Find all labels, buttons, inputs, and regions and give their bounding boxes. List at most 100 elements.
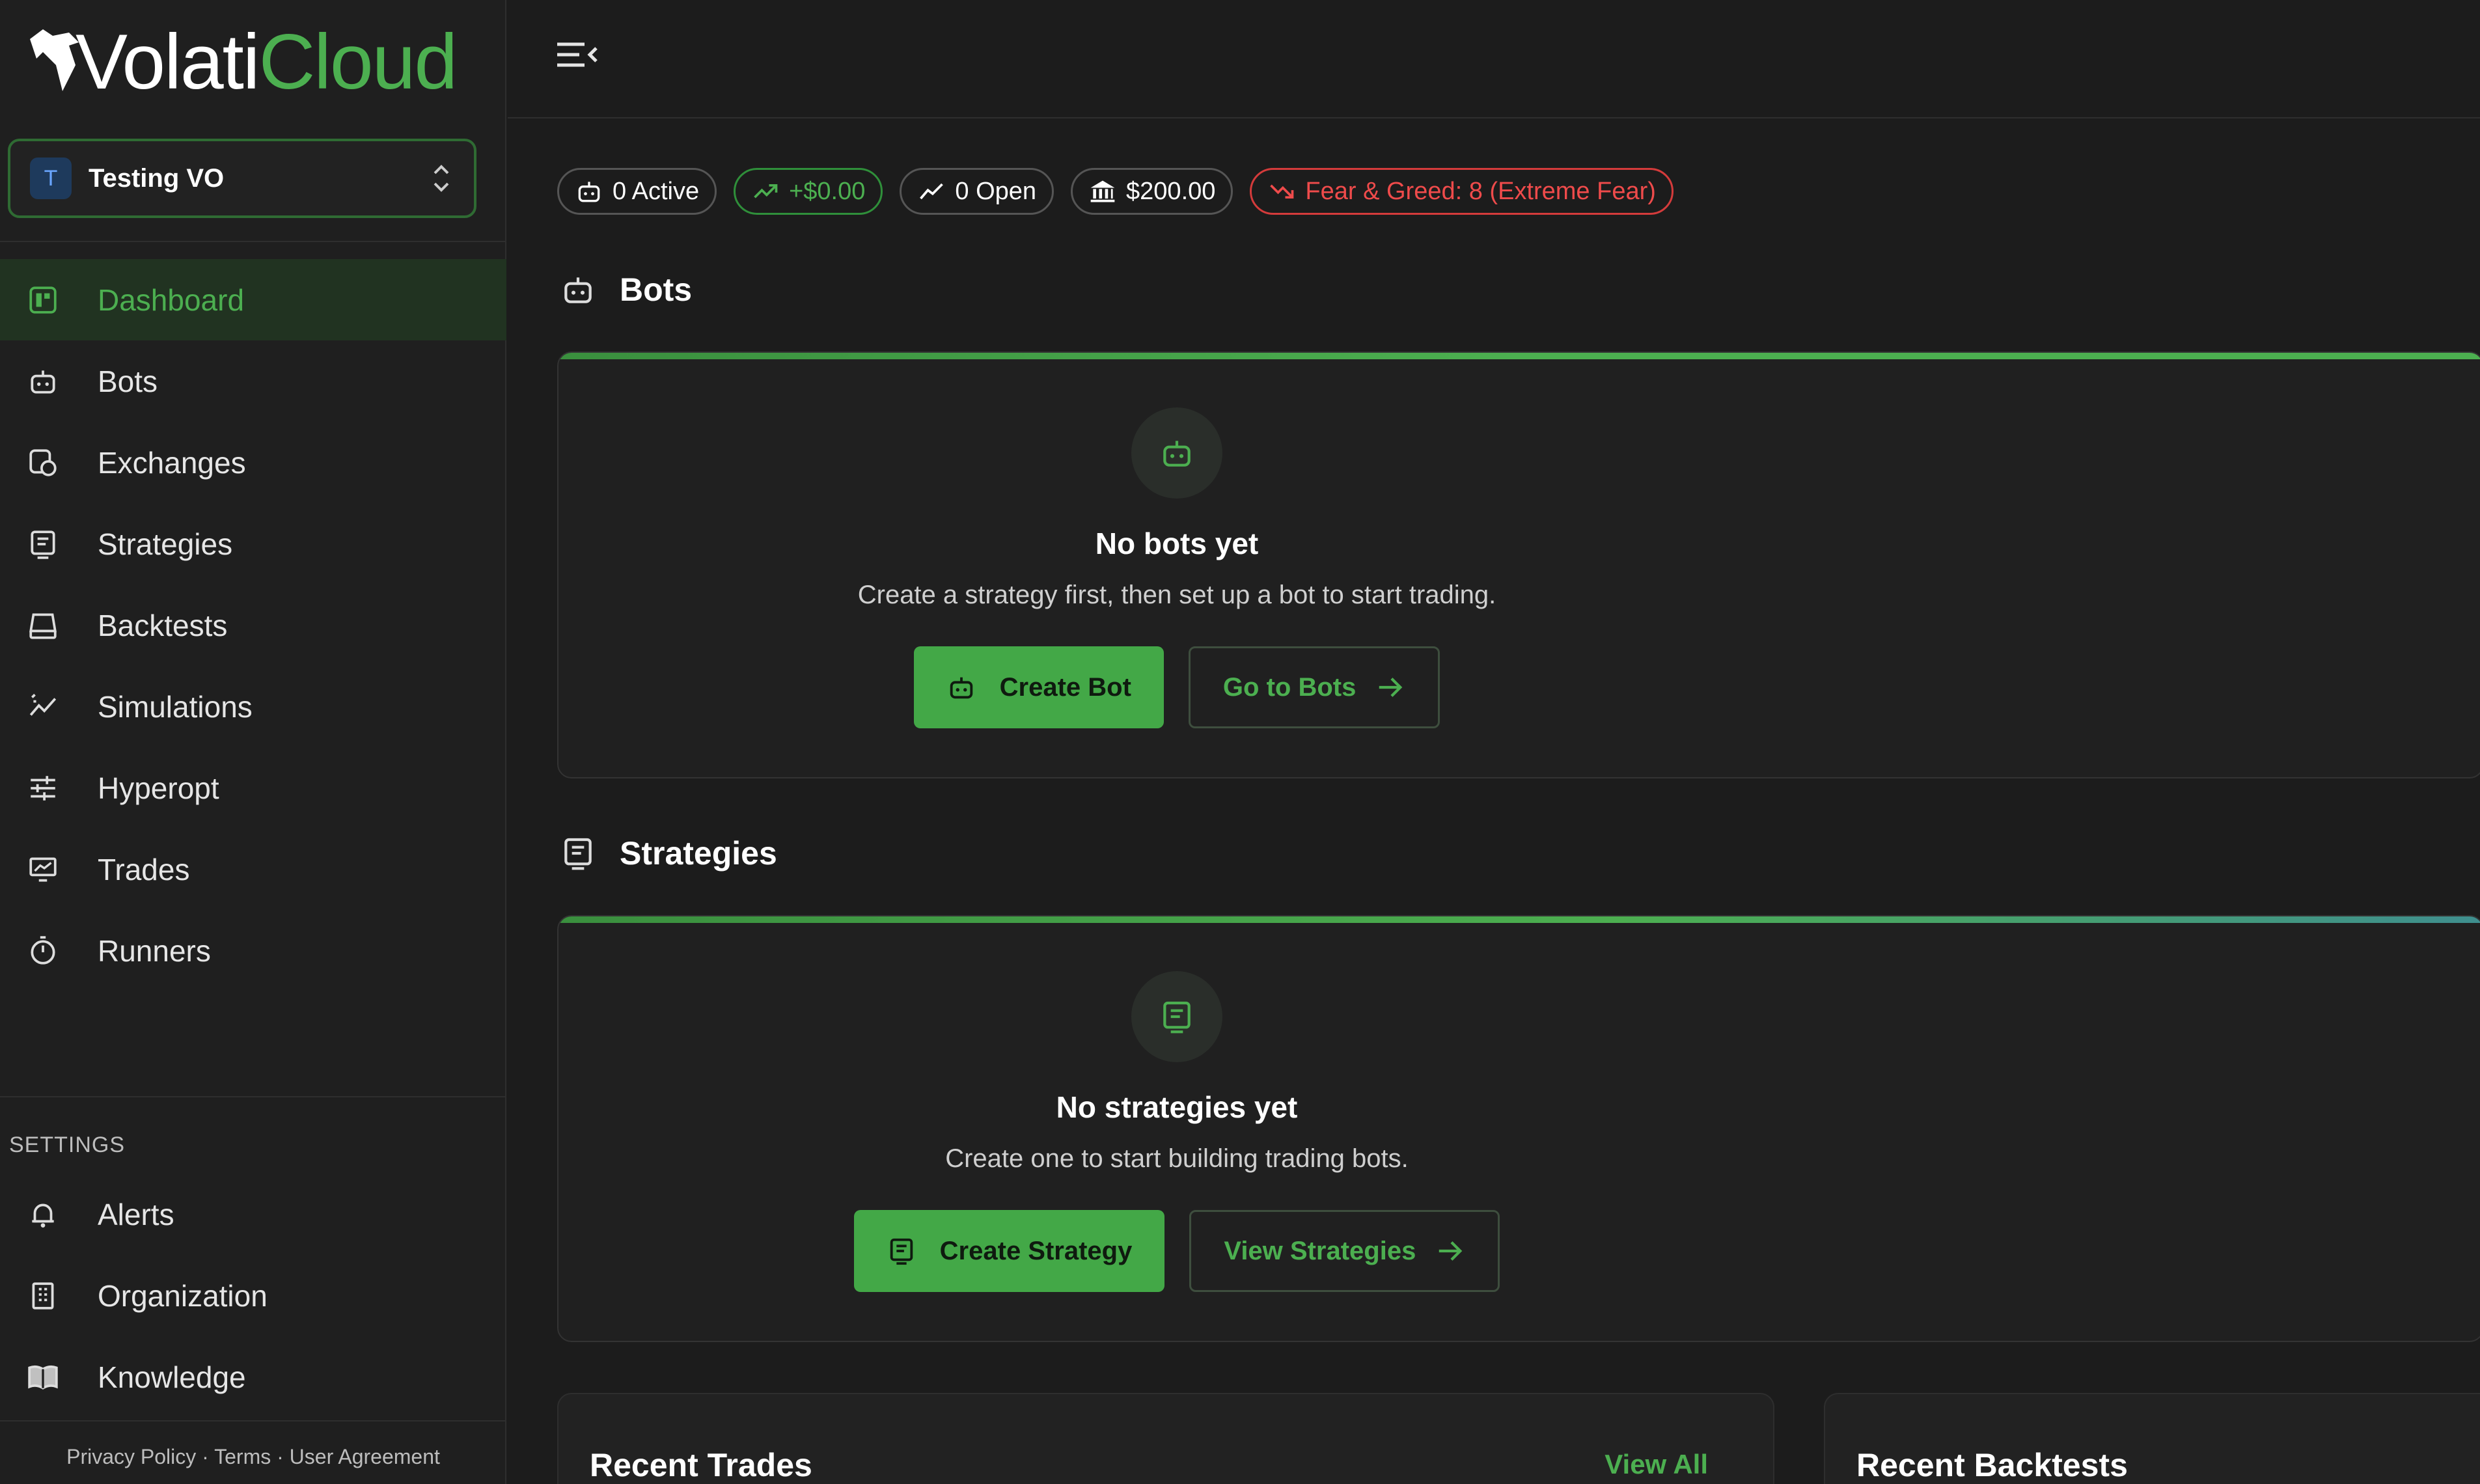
building-icon bbox=[25, 1278, 61, 1314]
balance-label: $200.00 bbox=[1126, 177, 1216, 205]
view-strategies-button[interactable]: View Strategies bbox=[1189, 1210, 1500, 1292]
terms-link[interactable]: Terms bbox=[214, 1445, 271, 1468]
button-label: Create Bot bbox=[999, 672, 1131, 702]
nav-label: Runners bbox=[98, 933, 211, 968]
nav-item-runners[interactable]: Runners bbox=[0, 910, 506, 991]
robot-icon bbox=[950, 677, 972, 699]
button-label: View Strategies bbox=[1224, 1236, 1416, 1265]
top-bar bbox=[508, 0, 2480, 118]
active-bots-pill[interactable]: 0 Active bbox=[557, 168, 717, 215]
robot-icon bbox=[578, 182, 600, 202]
nav-label: Alerts bbox=[98, 1197, 174, 1231]
horse-logo-icon bbox=[30, 29, 79, 91]
dashboard-main: 0 Active +$0.00 0 Open $200.00 Fear & Gr… bbox=[508, 120, 2480, 1484]
org-avatar: T bbox=[30, 158, 72, 199]
privacy-policy-link[interactable]: Privacy Policy bbox=[66, 1445, 196, 1468]
card-accent-bar bbox=[558, 353, 2480, 359]
button-label: Create Strategy bbox=[939, 1236, 1133, 1265]
open-trades-pill[interactable]: 0 Open bbox=[900, 168, 1054, 215]
go-to-bots-button[interactable]: Go to Bots bbox=[1188, 646, 1440, 728]
stopwatch-icon bbox=[25, 933, 61, 969]
create-strategy-button[interactable]: Create Strategy bbox=[853, 1210, 1165, 1292]
nav-item-trades[interactable]: Trades bbox=[0, 829, 506, 910]
trend-line-icon bbox=[920, 183, 944, 200]
sidebar: Volati Cloud T Testing VO Dashboard Bots… bbox=[0, 0, 506, 1484]
nav-item-knowledge[interactable]: Knowledge bbox=[0, 1336, 506, 1418]
sidebar-divider bbox=[0, 1420, 506, 1422]
org-name: Testing VO bbox=[89, 163, 225, 193]
fear-greed-pill[interactable]: Fear & Greed: 8 (Extreme Fear) bbox=[1250, 168, 1674, 215]
pnl-label: +$0.00 bbox=[789, 177, 866, 205]
sidebar-divider bbox=[0, 241, 506, 242]
strategies-empty-state: No strategies yet Create one to start bu… bbox=[558, 971, 1795, 1292]
balance-pill[interactable]: $200.00 bbox=[1071, 168, 1233, 215]
organization-switcher[interactable]: T Testing VO bbox=[8, 139, 476, 218]
section-title-text: Strategies bbox=[620, 835, 777, 872]
backtest-icon bbox=[25, 607, 61, 644]
nav-item-backtests[interactable]: Backtests bbox=[0, 584, 506, 666]
bots-card: No bots yet Create a strategy first, the… bbox=[557, 351, 2480, 778]
button-label: Go to Bots bbox=[1222, 672, 1357, 702]
app-root: Volati Cloud T Testing VO Dashboard Bots… bbox=[0, 0, 2480, 1484]
arrow-right-icon bbox=[1379, 678, 1403, 697]
footer-separator: · bbox=[277, 1445, 284, 1468]
strategy-icon bbox=[890, 1238, 913, 1265]
nav-label: Trades bbox=[98, 852, 190, 886]
user-agreement-link[interactable]: User Agreement bbox=[290, 1445, 440, 1468]
recent-trades-title: Recent Trades bbox=[590, 1447, 812, 1483]
empty-title: No strategies yet bbox=[1056, 1090, 1298, 1124]
nav-label: Organization bbox=[98, 1278, 268, 1313]
settings-nav: Alerts Organization Knowledge bbox=[0, 1174, 506, 1418]
recent-backtests-title: Recent Backtests bbox=[1856, 1447, 2128, 1483]
chevron-up-down-icon bbox=[434, 165, 449, 192]
brand-name-part1: Volati bbox=[76, 18, 260, 105]
empty-strategies-icon bbox=[1131, 971, 1222, 1062]
monitor-chart-icon bbox=[25, 851, 61, 888]
robot-icon bbox=[25, 363, 61, 400]
bots-action-row: Create Bot Go to Bots bbox=[558, 646, 1795, 728]
brand-name-part2: Cloud bbox=[258, 18, 458, 105]
nav-item-hyperopt[interactable]: Hyperopt bbox=[0, 747, 506, 829]
pnl-pill[interactable]: +$0.00 bbox=[734, 168, 883, 215]
empty-title: No bots yet bbox=[1095, 527, 1259, 560]
nav-label: Strategies bbox=[98, 527, 233, 561]
book-icon bbox=[25, 1359, 61, 1395]
view-all-trades-link[interactable]: View All bbox=[1605, 1449, 1708, 1480]
simulation-icon bbox=[25, 689, 61, 725]
nav-item-dashboard[interactable]: Dashboard bbox=[0, 259, 506, 340]
trend-down-icon bbox=[1270, 184, 1294, 199]
nav-item-simulations[interactable]: Simulations bbox=[0, 666, 506, 747]
bots-empty-state: No bots yet Create a strategy first, the… bbox=[558, 407, 1795, 728]
sliders-icon bbox=[25, 770, 61, 806]
nav-item-exchanges[interactable]: Exchanges bbox=[0, 422, 506, 503]
nav-item-bots[interactable]: Bots bbox=[0, 340, 506, 422]
strategy-icon bbox=[564, 838, 592, 870]
footer-links: Privacy Policy · Terms · User Agreement bbox=[0, 1445, 506, 1469]
arrow-right-icon bbox=[1439, 1241, 1463, 1261]
strategies-section-title: Strategies bbox=[560, 834, 777, 872]
collapse-menu-icon[interactable] bbox=[553, 35, 599, 74]
stats-pills: 0 Active +$0.00 0 Open $200.00 Fear & Gr… bbox=[557, 168, 1674, 215]
sidebar-divider bbox=[0, 1096, 506, 1097]
bell-icon bbox=[25, 1196, 61, 1233]
nav-label: Exchanges bbox=[98, 445, 246, 480]
card-accent-bar bbox=[558, 916, 2480, 923]
nav-item-alerts[interactable]: Alerts bbox=[0, 1174, 506, 1255]
nav-label: Simulations bbox=[98, 689, 253, 724]
nav-item-organization[interactable]: Organization bbox=[0, 1255, 506, 1336]
strategies-action-row: Create Strategy View Strategies bbox=[558, 1210, 1795, 1292]
main-nav: Dashboard Bots Exchanges Strategies Back… bbox=[0, 259, 506, 991]
recent-trades-card: Recent Trades View All bbox=[557, 1393, 1774, 1484]
strategy-icon bbox=[1163, 1001, 1191, 1034]
section-title-text: Bots bbox=[620, 271, 693, 308]
bank-icon bbox=[1090, 180, 1115, 202]
nav-item-strategies[interactable]: Strategies bbox=[0, 503, 506, 584]
open-trades-label: 0 Open bbox=[955, 177, 1037, 205]
create-bot-button[interactable]: Create Bot bbox=[913, 646, 1164, 728]
recent-backtests-card: Recent Backtests bbox=[1824, 1393, 2480, 1484]
footer-separator: · bbox=[202, 1445, 209, 1468]
empty-bots-icon bbox=[1131, 407, 1222, 499]
brand-logo[interactable]: Volati Cloud bbox=[23, 13, 458, 111]
settings-section-label: SETTINGS bbox=[9, 1133, 126, 1157]
fear-greed-label: Fear & Greed: 8 (Extreme Fear) bbox=[1305, 177, 1656, 205]
